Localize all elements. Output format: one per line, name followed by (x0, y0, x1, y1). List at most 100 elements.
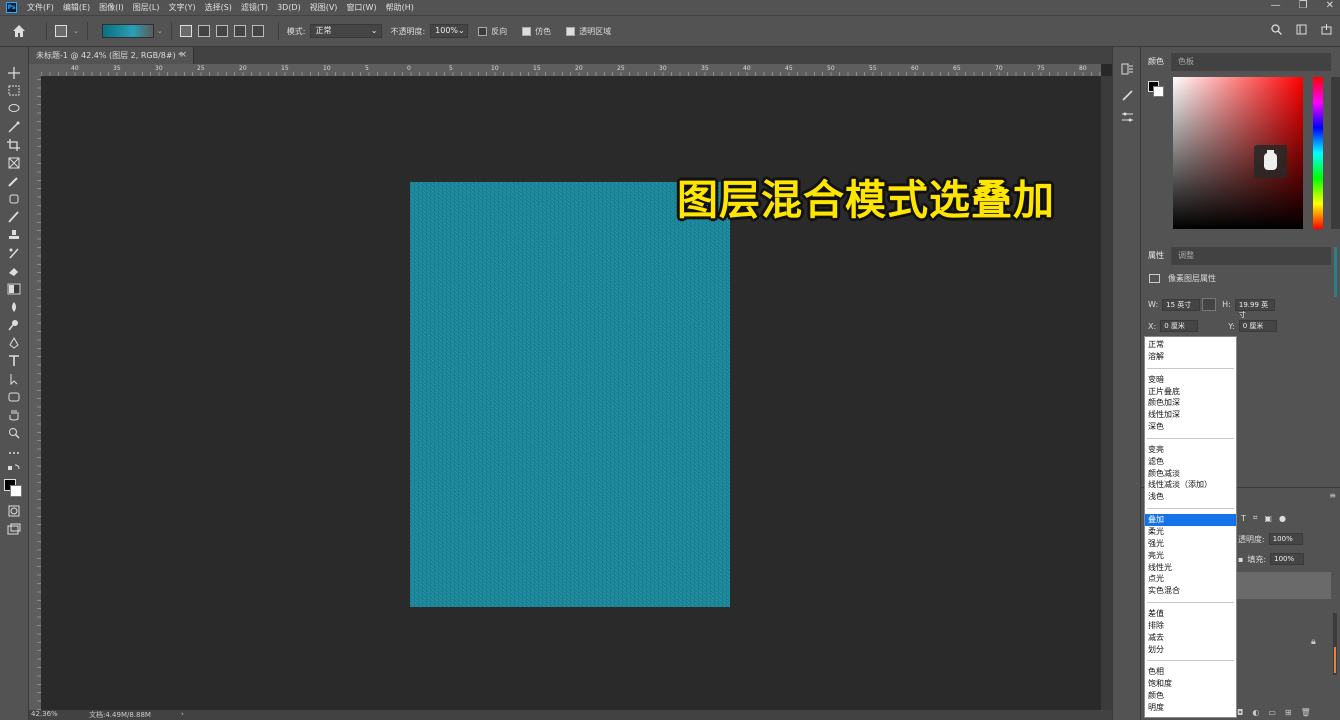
opacity-input[interactable]: 100% ⌄ (430, 24, 469, 38)
hue-slider[interactable] (1313, 77, 1323, 229)
layer-fill-input[interactable]: 100% (1270, 553, 1305, 565)
blend-mode-dropdown[interactable]: 正常 溶解 变暗 正片叠底 颜色加深 线性加深 深色 变亮 滤色 颜色减淡 线性减淡（添加） 浅色 叠加… (1144, 336, 1237, 718)
history-brush-tool-icon[interactable] (7, 247, 21, 259)
path-selection-tool-icon[interactable] (7, 373, 21, 386)
layer-row-selected[interactable] (1237, 572, 1331, 599)
blend-mode-option[interactable]: 点光 (1145, 573, 1236, 585)
swap-colors-icon[interactable] (7, 463, 21, 475)
brush-settings-icon[interactable] (1121, 89, 1134, 101)
blend-mode-option[interactable]: 排除 (1145, 620, 1236, 632)
vertical-ruler[interactable] (29, 76, 41, 710)
blend-mode-option[interactable]: 亮光 (1145, 550, 1236, 562)
horizontal-ruler[interactable]: 40 35 30 25 20 15 10 5 0 5 10 15 20 25 30 35 40 45 50 55 60 6… (41, 64, 1101, 76)
share-icon[interactable] (1321, 24, 1332, 35)
rectangle-tool-icon[interactable] (7, 391, 21, 403)
blend-mode-option[interactable]: 叠加 (1145, 514, 1236, 526)
eyedropper-tool-icon[interactable] (7, 175, 21, 187)
shape-filter-icon[interactable]: ⌗ (1253, 513, 1258, 523)
type-filter-icon[interactable]: T (1241, 514, 1246, 523)
menu-layer[interactable]: 图层(L) (133, 2, 160, 13)
tab-swatches[interactable]: 色板 (1171, 53, 1201, 71)
y-input[interactable]: 0 厘米 (1238, 320, 1277, 332)
more-tools-icon[interactable] (7, 447, 21, 459)
blend-mode-option[interactable]: 颜色 (1145, 690, 1236, 702)
status-arrow-icon[interactable]: › (181, 710, 184, 718)
lasso-tool-icon[interactable] (7, 103, 21, 115)
document-tab[interactable]: 未标题-1 @ 42.4% (图层 2, RGB/8#) * × (29, 47, 194, 64)
gradient-tool-preset-icon[interactable] (55, 25, 67, 37)
angle-gradient-icon[interactable] (215, 25, 228, 37)
blend-mode-option[interactable]: 深色 (1145, 421, 1236, 433)
background-color-swatch[interactable] (10, 485, 22, 497)
delete-layer-icon[interactable]: 🗑︎ (1301, 708, 1311, 717)
blend-mode-option[interactable]: 正常 (1145, 339, 1236, 351)
blend-mode-option[interactable]: 颜色减淡 (1145, 468, 1236, 480)
blend-mode-option[interactable]: 色相 (1145, 666, 1236, 678)
blend-mode-option[interactable]: 颜色加深 (1145, 397, 1236, 409)
x-input[interactable]: 0 厘米 (1160, 320, 1199, 332)
close-window-button[interactable]: ✕ (1326, 0, 1334, 11)
menu-filter[interactable]: 滤镜(T) (241, 2, 268, 13)
tab-color[interactable]: 颜色 (1141, 53, 1171, 71)
blend-mode-option[interactable]: 划分 (1145, 644, 1236, 656)
height-input[interactable]: 19.99 英寸 (1234, 298, 1275, 319)
lock-icon[interactable]: ▪ (1238, 555, 1243, 564)
blend-mode-option[interactable]: 柔光 (1145, 526, 1236, 538)
magic-wand-tool-icon[interactable] (7, 121, 21, 133)
new-group-icon[interactable]: ▭ (1268, 708, 1276, 717)
adjustment-layer-icon[interactable]: ◐ (1252, 708, 1259, 717)
blend-mode-option[interactable]: 明度 (1145, 702, 1236, 714)
menu-help[interactable]: 帮助(H) (386, 2, 414, 13)
blend-mode-option[interactable]: 线性光 (1145, 562, 1236, 574)
home-icon[interactable] (12, 24, 26, 38)
menu-view[interactable]: 视图(V) (310, 2, 338, 13)
blur-tool-icon[interactable] (7, 301, 21, 313)
blend-mode-option[interactable]: 差值 (1145, 608, 1236, 620)
type-tool-icon[interactable] (7, 355, 21, 367)
menu-image[interactable]: 图像(I) (99, 2, 124, 13)
transparency-checkbox[interactable] (566, 26, 576, 36)
crop-tool-icon[interactable] (7, 139, 21, 151)
healing-brush-tool-icon[interactable] (7, 193, 21, 205)
chevron-down-icon[interactable]: ⌄ (73, 27, 79, 35)
marquee-tool-icon[interactable] (7, 85, 21, 97)
menu-3d[interactable]: 3D(D) (277, 3, 301, 12)
panel-menu-icon[interactable]: ≡ (1329, 491, 1336, 500)
hand-tool-icon[interactable] (7, 409, 21, 421)
eraser-tool-icon[interactable] (7, 265, 21, 277)
workspace-icon[interactable] (1296, 24, 1307, 35)
properties-scrollbar[interactable] (1334, 247, 1337, 297)
restore-button[interactable]: ❐ (1299, 0, 1308, 11)
reverse-checkbox[interactable] (478, 26, 488, 36)
radial-gradient-icon[interactable] (197, 25, 210, 37)
reflected-gradient-icon[interactable] (233, 25, 246, 37)
gradient-picker[interactable] (101, 24, 154, 38)
zoom-level[interactable]: 42.36% (31, 710, 58, 718)
blend-mode-option[interactable]: 减去 (1145, 632, 1236, 644)
move-tool-icon[interactable] (7, 67, 21, 79)
history-panel-icon[interactable] (1121, 63, 1134, 75)
background-color-chip[interactable] (1153, 86, 1164, 97)
search-icon[interactable] (1271, 24, 1282, 35)
smart-object-filter-icon[interactable]: ▣ (1264, 514, 1272, 523)
blend-mode-option[interactable]: 滤色 (1145, 456, 1236, 468)
linear-gradient-icon[interactable] (179, 25, 192, 37)
mode-select[interactable]: 正常 ⌄ (310, 24, 383, 38)
stamp-tool-icon[interactable] (7, 229, 21, 241)
dodge-tool-icon[interactable] (7, 319, 21, 331)
tab-adjustments[interactable]: 调整 (1171, 247, 1201, 265)
tab-properties[interactable]: 属性 (1141, 247, 1171, 265)
menu-window[interactable]: 窗口(W) (346, 2, 376, 13)
zoom-tool-icon[interactable] (7, 427, 21, 439)
new-layer-icon[interactable]: ⊞ (1285, 708, 1292, 717)
ruler-origin[interactable] (29, 64, 41, 76)
frame-tool-icon[interactable] (7, 157, 21, 169)
filter-toggle-icon[interactable]: ● (1279, 514, 1286, 523)
blend-mode-option[interactable]: 强光 (1145, 538, 1236, 550)
diamond-gradient-icon[interactable] (251, 25, 264, 37)
blend-mode-option[interactable]: 实色混合 (1145, 585, 1236, 597)
vertical-scrollbar[interactable] (1101, 76, 1112, 710)
blend-mode-option[interactable]: 饱和度 (1145, 678, 1236, 690)
gradient-tool-icon[interactable] (7, 283, 21, 295)
blend-mode-option[interactable]: 浅色 (1145, 491, 1236, 503)
